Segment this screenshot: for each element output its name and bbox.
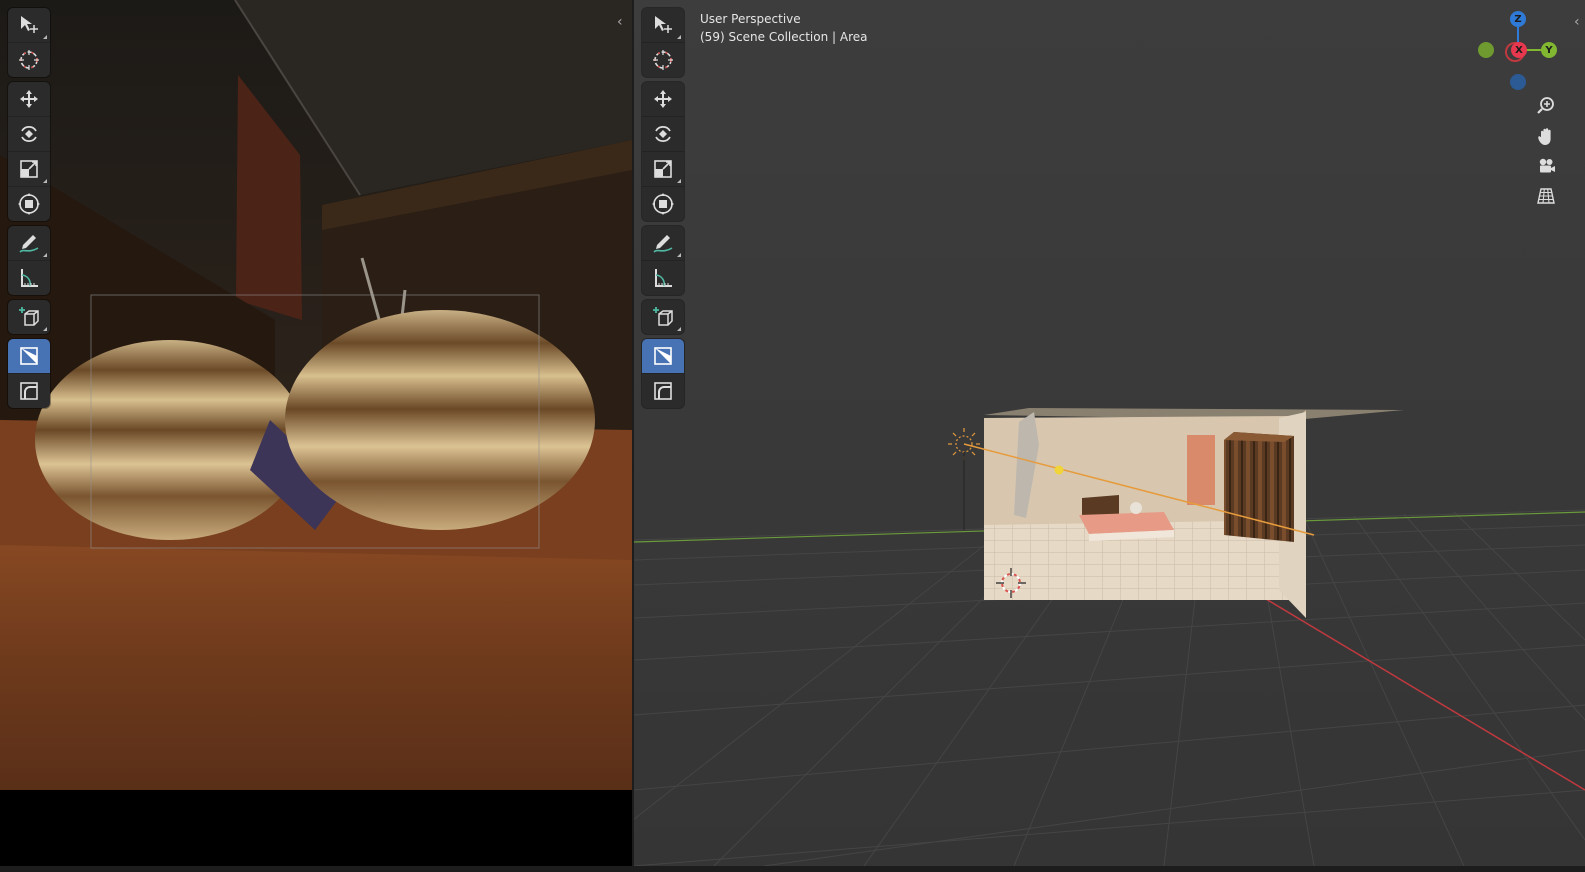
left-toolbar [8, 8, 50, 413]
pan-button[interactable] [1532, 122, 1560, 150]
gizmo-y-axis[interactable]: Y [1541, 42, 1557, 58]
annotate-tool[interactable] [642, 226, 684, 261]
scene-3d-view [634, 0, 1585, 866]
add-cube-icon [19, 307, 39, 326]
transform-icon [652, 193, 674, 215]
shear-icon [654, 347, 672, 365]
collection-label: (59) Scene Collection | Area [700, 30, 868, 44]
cursor-tool[interactable] [642, 43, 684, 77]
bottom-divider [0, 866, 1585, 872]
gizmo-z-axis[interactable]: Z [1510, 11, 1526, 27]
camera-view-button[interactable] [1532, 152, 1560, 180]
measure-tool[interactable] [8, 261, 50, 295]
measure-tool[interactable] [642, 261, 684, 295]
cursor-crosshair-icon [19, 50, 39, 70]
shear-icon [20, 347, 38, 365]
light-target-dot [1054, 465, 1064, 475]
zoom-button[interactable] [1532, 92, 1560, 120]
shear-tool[interactable] [642, 339, 684, 374]
move-arrows-icon [654, 90, 672, 108]
measure-ruler-icon [655, 269, 672, 287]
left-viewport-camera-view[interactable]: ‹ [0, 0, 636, 866]
right-sidebar-collapse-icon[interactable]: ‹ [1574, 14, 1580, 30]
viewport-info: User Perspective (59) Scene Collection |… [700, 10, 868, 46]
bend-tool[interactable] [642, 374, 684, 408]
blender-window: ‹ User Perspective (59) Scene Collection… [0, 0, 1585, 872]
right-viewport-3d-view[interactable]: User Perspective (59) Scene Collection |… [634, 0, 1585, 866]
add-cube-tool[interactable] [642, 300, 684, 334]
transform-icon [18, 193, 40, 215]
annotate-tool[interactable] [8, 226, 50, 261]
transform-tool[interactable] [8, 187, 50, 221]
bend-icon [654, 382, 672, 400]
projection-toggle-button[interactable] [1532, 182, 1560, 210]
camera-icon [1539, 158, 1555, 173]
rotate-icon [21, 125, 37, 143]
gizmo-x-axis[interactable]: X [1511, 42, 1527, 58]
hand-pan-icon [1538, 128, 1551, 145]
rotate-tool[interactable] [642, 117, 684, 152]
scale-tool[interactable] [642, 152, 684, 187]
select-box-tool[interactable] [8, 8, 50, 43]
scale-tool[interactable] [8, 152, 50, 187]
gizmo-neg-y-axis[interactable] [1478, 42, 1494, 58]
scale-icon [654, 160, 672, 178]
view-name-label: User Perspective [700, 12, 801, 26]
measure-ruler-icon [21, 269, 38, 287]
zoom-icon [1537, 97, 1554, 114]
add-cube-icon [653, 307, 673, 326]
select-box-tool[interactable] [642, 8, 684, 43]
move-tool[interactable] [8, 82, 50, 117]
select-cursor-icon [655, 16, 672, 33]
left-sidebar-collapse-icon[interactable]: ‹ [617, 14, 623, 30]
grid-icon [1537, 188, 1555, 204]
rotate-icon [655, 125, 671, 143]
bend-icon [20, 382, 38, 400]
transform-tool[interactable] [642, 187, 684, 221]
gizmo-neg-z-axis[interactable] [1510, 74, 1526, 90]
select-cursor-icon [21, 16, 38, 33]
add-cube-tool[interactable] [8, 300, 50, 334]
shear-tool[interactable] [8, 339, 50, 374]
navigation-gizmo[interactable]: Z X Y [1476, 8, 1566, 98]
scale-icon [20, 160, 38, 178]
render-preview [0, 0, 632, 866]
move-arrows-icon [20, 90, 38, 108]
move-tool[interactable] [642, 82, 684, 117]
bend-tool[interactable] [8, 374, 50, 408]
rotate-tool[interactable] [8, 117, 50, 152]
annotate-pencil-icon [19, 235, 39, 253]
cursor-tool[interactable] [8, 43, 50, 77]
annotate-pencil-icon [653, 235, 673, 253]
right-toolbar [642, 8, 684, 413]
cursor-crosshair-icon [653, 50, 673, 70]
